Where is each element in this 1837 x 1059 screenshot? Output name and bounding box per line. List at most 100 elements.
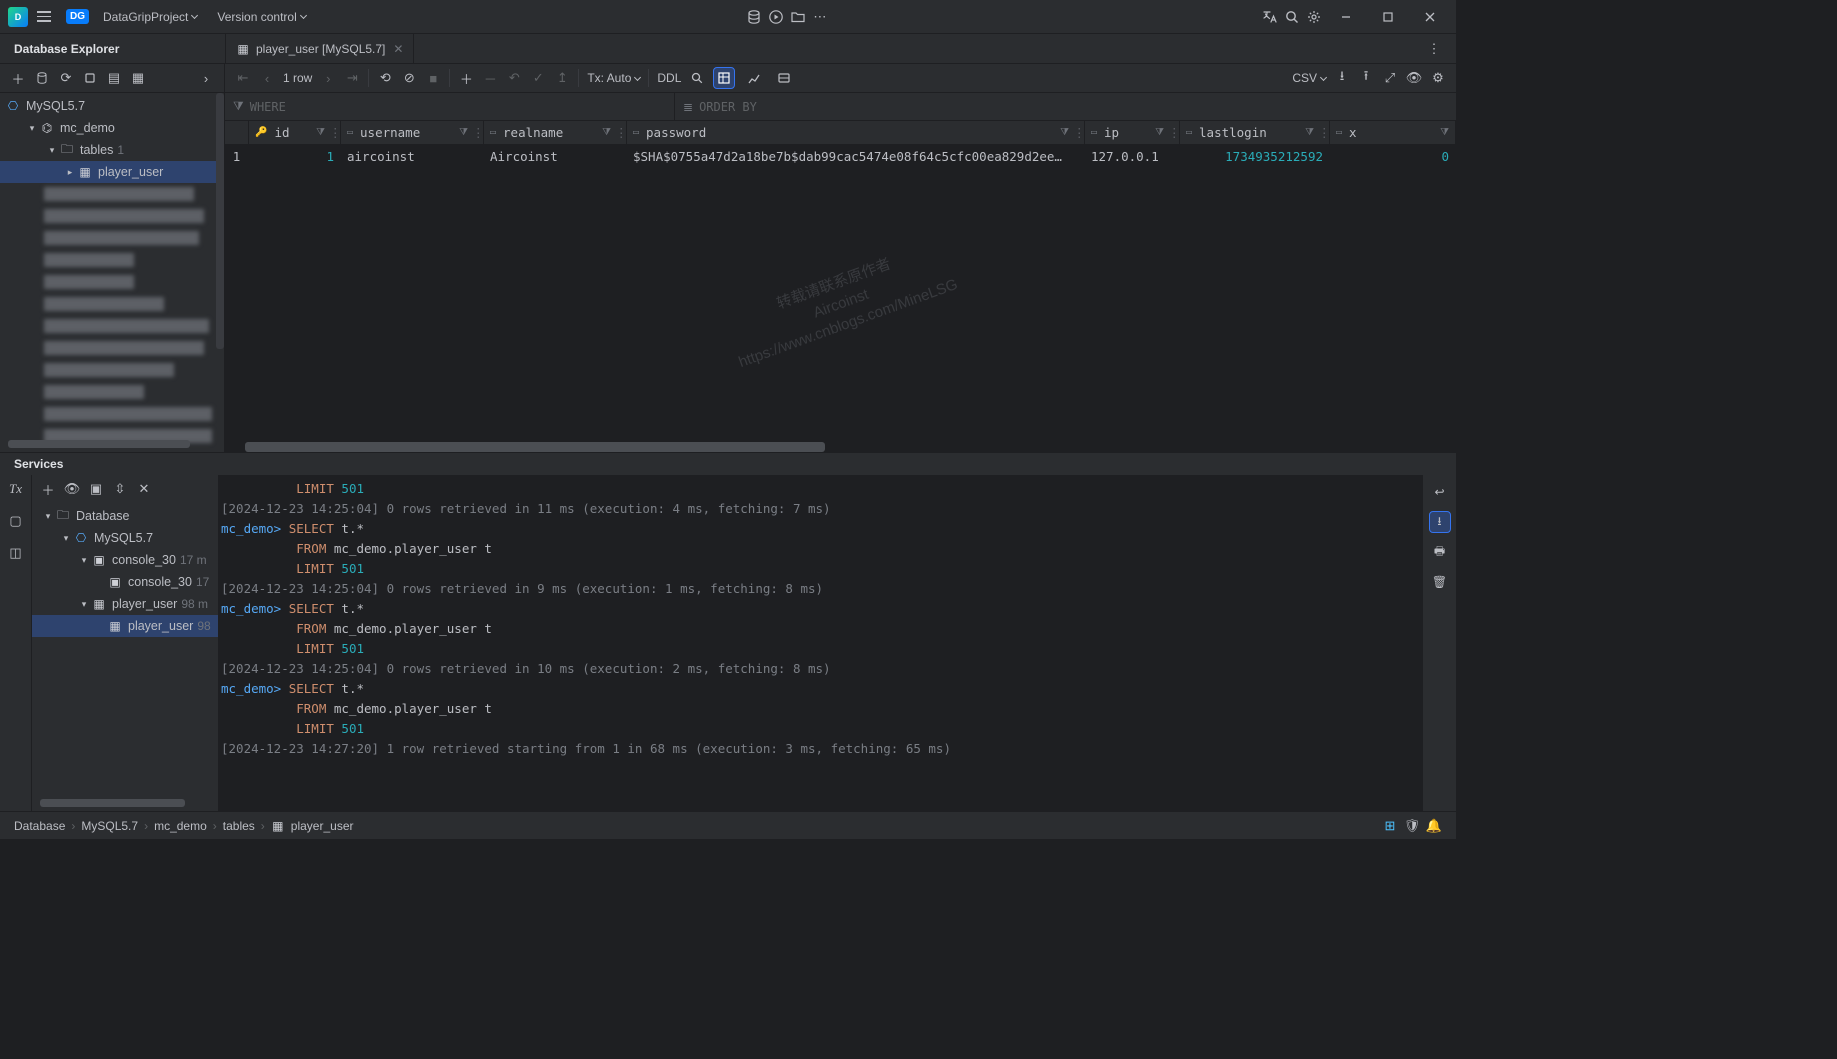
soft-wrap-icon[interactable]: ↩ [1429, 481, 1451, 503]
svc-tree-console-item[interactable]: ▣ console_30 17 [32, 571, 218, 593]
translate-icon[interactable] [1262, 9, 1278, 25]
column-header-username[interactable]: ▭ username ⧩ ⋮ [341, 121, 484, 144]
windows-tray-icon[interactable]: ⊞ [1382, 818, 1398, 834]
window-close[interactable] [1412, 2, 1448, 32]
tree-tables-folder[interactable]: ▾ 🗀 tables 1 [0, 139, 224, 161]
cell-ip[interactable]: 127.0.0.1 [1085, 145, 1180, 167]
reload-icon[interactable]: ⟲ [377, 70, 393, 86]
column-header-ip[interactable]: ▭ ip ⧩ ⋮ [1085, 121, 1180, 144]
notifications-icon[interactable]: 🔔 [1426, 818, 1442, 834]
grid-scrollbar-horizontal[interactable] [245, 442, 825, 452]
arrow-down-icon[interactable]: ▾ [60, 532, 72, 544]
prev-page-icon[interactable]: ‹ [259, 70, 275, 86]
run-icon[interactable] [768, 9, 784, 25]
cell-realname[interactable]: Aircoinst [484, 145, 627, 167]
column-header-lastlogin[interactable]: ▭ lastlogin ⧩ ⋮ [1180, 121, 1330, 144]
download-icon[interactable]: ⭳ [1334, 70, 1350, 86]
chart-view-mode[interactable] [743, 67, 765, 89]
grip-icon[interactable]: ⋮ [329, 125, 334, 140]
close-icon[interactable]: ✕ [136, 481, 152, 497]
tree-schema[interactable]: ▾ ⌬ mc_demo [0, 117, 224, 139]
svc-tree-datasource[interactable]: ▾ ⎔ MySQL5.7 [32, 527, 218, 549]
shield-icon[interactable]: 🛡 [1404, 818, 1420, 834]
cell-password[interactable]: $SHA$0755a47d2a18be7b$dab99cac5474e08f64… [627, 145, 1085, 167]
vcs-menu[interactable]: Version control [211, 7, 311, 27]
cell-username[interactable]: aircoinst [341, 145, 484, 167]
crumb[interactable]: tables [223, 819, 255, 833]
expand-rows-icon[interactable]: ⤢ [1382, 70, 1398, 86]
tree-table[interactable]: ▸ ▦ player_user [0, 161, 224, 183]
tree-scrollbar-vertical[interactable] [216, 93, 224, 349]
filter-icon[interactable]: ⧩ [316, 127, 325, 138]
print-icon[interactable]: 🖶 [1429, 541, 1451, 563]
column-header-realname[interactable]: ▭ realname ⧩ ⋮ [484, 121, 627, 144]
arrow-down-icon[interactable]: ▾ [78, 598, 90, 610]
gear-icon[interactable]: ⚙ [1430, 70, 1446, 86]
grip-icon[interactable]: ⋮ [472, 125, 477, 140]
cell-lastlogin[interactable]: 1734935212592 [1180, 145, 1330, 167]
table-view-icon[interactable]: ▦ [130, 70, 146, 86]
tx-mode-selector[interactable]: Tx: Auto [587, 71, 640, 85]
datasource-props-icon[interactable] [34, 70, 50, 86]
search-icon[interactable] [689, 70, 705, 86]
grip-icon[interactable]: ⋮ [1318, 125, 1323, 140]
stop-icon[interactable] [82, 70, 98, 86]
column-header-password[interactable]: ▭ password ⧩ ⋮ [627, 121, 1085, 144]
column-header-id[interactable]: 🔑 id ⧩ ⋮ [249, 121, 341, 144]
services-tree-scrollbar[interactable] [40, 799, 185, 807]
grip-icon[interactable]: ⋮ [1168, 125, 1173, 140]
crumb[interactable]: mc_demo [154, 819, 207, 833]
add-icon[interactable]: ＋ [10, 70, 26, 86]
arrow-down-icon[interactable]: ▾ [42, 510, 54, 522]
next-page-icon[interactable]: › [320, 70, 336, 86]
folder-icon[interactable] [790, 9, 806, 25]
window-minimize[interactable] [1328, 2, 1364, 32]
orderby-filter[interactable]: ≣ ORDER BY [675, 93, 1456, 120]
svc-tree-console-group[interactable]: ▾ ▣ console_30 17 m [32, 549, 218, 571]
tree-datasource[interactable]: ⎔ MySQL5.7 [0, 95, 224, 117]
tx-icon[interactable]: Tx [8, 481, 24, 497]
svc-tree-table-item[interactable]: ▦ player_user 98 [32, 615, 218, 637]
database-icon[interactable] [746, 9, 762, 25]
view-options-icon[interactable]: 👁 [1406, 70, 1422, 86]
filter-icon[interactable]: ⧩ [1155, 127, 1164, 138]
refresh-icon[interactable]: ⟳ [58, 70, 74, 86]
first-page-icon[interactable]: ⇤ [235, 70, 251, 86]
export-format-selector[interactable]: CSV [1292, 71, 1326, 85]
data-row[interactable]: 1 1 aircoinst Aircoinst $SHA$0755a47d2a1… [225, 145, 1456, 167]
filter-icon[interactable]: ⧩ [1060, 127, 1069, 138]
filter-icon[interactable]: ⧩ [1440, 127, 1449, 138]
grip-icon[interactable]: ⋮ [1073, 125, 1078, 140]
cell-id[interactable]: 1 [249, 145, 341, 167]
project-selector[interactable]: DataGripProject [97, 7, 203, 27]
more-vert-icon[interactable]: ⋮ [1426, 41, 1442, 57]
upload-icon[interactable]: ⭱ [1358, 70, 1374, 86]
crumb[interactable]: Database [14, 819, 65, 833]
remove-row-icon[interactable]: － [482, 70, 498, 86]
terminal-icon[interactable]: ▣ [88, 481, 104, 497]
crumb[interactable]: MySQL5.7 [81, 819, 138, 833]
more-icon[interactable]: ⋯ [812, 9, 828, 25]
close-icon[interactable]: ✕ [393, 42, 403, 56]
table-view-mode[interactable] [713, 67, 735, 89]
view-icon[interactable]: ▤ [106, 70, 122, 86]
svc-tree-database[interactable]: ▾ 🗀 Database [32, 505, 218, 527]
where-filter[interactable]: ⧩ WHERE [225, 93, 675, 120]
submit-icon[interactable]: ↥ [554, 70, 570, 86]
arrow-right-icon[interactable]: ▸ [64, 166, 76, 178]
layout-icon[interactable]: ◫ [8, 545, 24, 561]
editor-tab[interactable]: ▦ player_user [MySQL5.7] ✕ [225, 34, 414, 63]
column-header-x[interactable]: ▭ x ⧩ [1330, 121, 1456, 144]
services-console[interactable]: LIMIT 501 [2024-12-23 14:25:04] 0 rows r… [219, 475, 1422, 811]
crumb[interactable]: player_user [291, 819, 354, 833]
expand-all-icon[interactable]: ⇳ [112, 481, 128, 497]
scroll-to-end-icon[interactable]: ⭳ [1429, 511, 1451, 533]
bookmark-icon[interactable]: ▢ [8, 513, 24, 529]
main-menu-icon[interactable] [36, 9, 52, 25]
last-page-icon[interactable]: ⇥ [344, 70, 360, 86]
filter-icon[interactable]: ⧩ [1305, 127, 1314, 138]
filter-icon[interactable]: ⧩ [459, 127, 468, 138]
stop-icon[interactable]: ■ [425, 70, 441, 86]
settings-icon[interactable] [1306, 9, 1322, 25]
grip-icon[interactable]: ⋮ [615, 125, 620, 140]
